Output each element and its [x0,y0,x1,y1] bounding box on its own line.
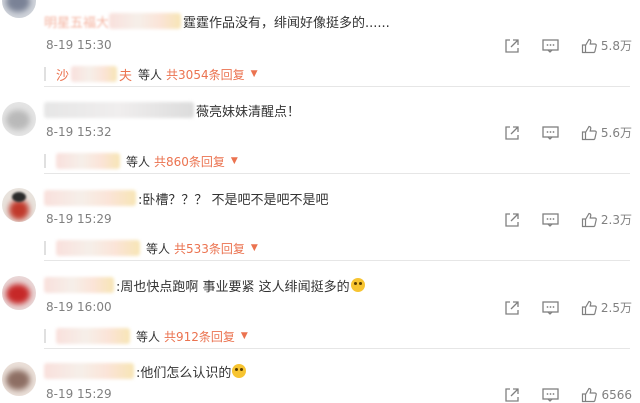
reply-bar [44,329,46,343]
like-count: 2.3万 [600,213,632,227]
smile-emoji-icon [350,278,365,292]
share-icon [505,212,519,227]
reply-username[interactable]: 沙 [56,65,69,84]
comment-button[interactable] [542,38,559,54]
comment-text: :卧槽？？？ 不是吧不是吧不是吧 [138,192,329,208]
comment-button[interactable] [542,387,560,403]
reply-count[interactable]: 共3054条回复 [166,66,245,83]
username-mask [44,190,136,206]
reply-username-mask [56,153,120,169]
like-button[interactable]: 2.5万 [581,299,632,316]
thumbs-up-icon [581,38,597,53]
thumbs-up-icon [581,125,597,140]
reply-bar [44,241,46,255]
avatar[interactable] [2,102,36,136]
like-count: 6566 [601,388,632,402]
comment-text-row: 薇亮妹妹清醒点！ [44,100,300,120]
like-count: 5.8万 [600,39,632,53]
username-mask [44,102,194,118]
comment-icon [542,212,559,227]
share-button[interactable] [504,212,520,228]
reply-summary[interactable]: 等人 共533条回复 ▼ [44,236,630,261]
reply-username-mask [56,328,130,344]
reply-username-mask [56,240,140,256]
caret-down-icon[interactable]: ▼ [231,156,238,166]
reply-etc: 等人 [126,154,151,169]
reply-etc: 等人 [146,241,171,256]
comment-time: 8-19 15:32 [46,125,112,139]
thumbs-up-icon [581,300,597,315]
share-icon [505,125,519,140]
reply-bar [44,67,46,81]
comment-text-row: :周也快点跑啊 事业要紧 这人绯闻挺多的 [44,275,365,295]
comment-text: :周也快点跑啊 事业要紧 这人绯闻挺多的 [116,279,350,295]
comment-time: 8-19 15:29 [46,212,112,226]
caret-down-icon[interactable]: ▼ [251,243,258,253]
like-count: 2.5万 [600,301,632,315]
reply-summary[interactable]: 等人 共860条回复 ▼ [44,149,630,174]
comment-actions: 5.8万 [482,37,632,54]
username-mask [44,277,114,293]
like-count: 5.6万 [600,126,632,140]
share-button[interactable] [504,38,520,54]
share-icon [505,38,519,53]
share-button[interactable] [504,387,520,403]
comment-text-row: :他们怎么认识的 [44,361,247,381]
reply-etc: 等人 [136,329,161,344]
avatar[interactable] [2,0,36,18]
reply-username-mask [71,66,118,82]
reply-summary[interactable]: 沙 夫 等人 共3054条回复 ▼ [44,62,630,87]
share-button[interactable] [504,125,520,141]
comment-actions: 2.5万 [482,299,632,316]
comment-time: 8-19 15:30 [46,38,112,52]
comment-button[interactable] [542,300,559,316]
like-button[interactable]: 2.3万 [581,211,632,228]
reply-summary[interactable]: 等人 共912条回复 ▼ [44,324,630,349]
username-mask [44,363,134,379]
comment-icon [542,125,559,140]
reply-count[interactable]: 共533条回复 [174,240,245,257]
caret-down-icon[interactable]: ▼ [251,69,258,79]
reply-username-end: 夫 [119,68,133,84]
comment-text-row: 明星五福大 霆霆作品没有，绯闻好像挺多的...... [44,11,390,31]
share-button[interactable] [504,300,520,316]
thumbs-up-icon [581,212,597,227]
laugh-cry-emoji-icon [232,364,247,378]
like-button[interactable]: 6566 [581,387,632,403]
comment-text-row: :卧槽？？？ 不是吧不是吧不是吧 [44,188,329,208]
caret-down-icon[interactable]: ▼ [241,331,248,341]
comment-icon [542,300,559,315]
reply-bar [44,154,46,168]
reply-count[interactable]: 共912条回复 [164,328,235,345]
comment-button[interactable] [542,125,559,141]
comment-button[interactable] [542,212,559,228]
comment-time: 8-19 15:29 [46,387,112,401]
username-mask [109,13,182,29]
comment-actions: 2.3万 [482,211,632,228]
comment-text: 霆霆作品没有，绯闻好像挺多的...... [183,15,390,31]
avatar[interactable] [2,362,36,396]
comment-actions: 5.6万 [482,124,632,141]
username[interactable]: 明星五福大 [44,12,109,31]
like-button[interactable]: 5.8万 [581,37,632,54]
comment-text: 薇亮妹妹清醒点！ [196,104,301,120]
comment-time: 8-19 16:00 [46,300,112,314]
avatar[interactable] [2,188,36,222]
comment-text: :他们怎么认识的 [136,365,232,381]
share-icon [505,388,520,402]
like-button[interactable]: 5.6万 [581,124,632,141]
reply-etc: 等人 [138,67,163,82]
share-icon [505,300,519,315]
reply-count[interactable]: 共860条回复 [154,153,225,170]
comment-actions: 6566 [482,387,632,403]
comment-icon [542,38,559,53]
avatar[interactable] [2,276,36,310]
comment-icon [542,388,560,402]
thumbs-up-icon [582,387,598,403]
